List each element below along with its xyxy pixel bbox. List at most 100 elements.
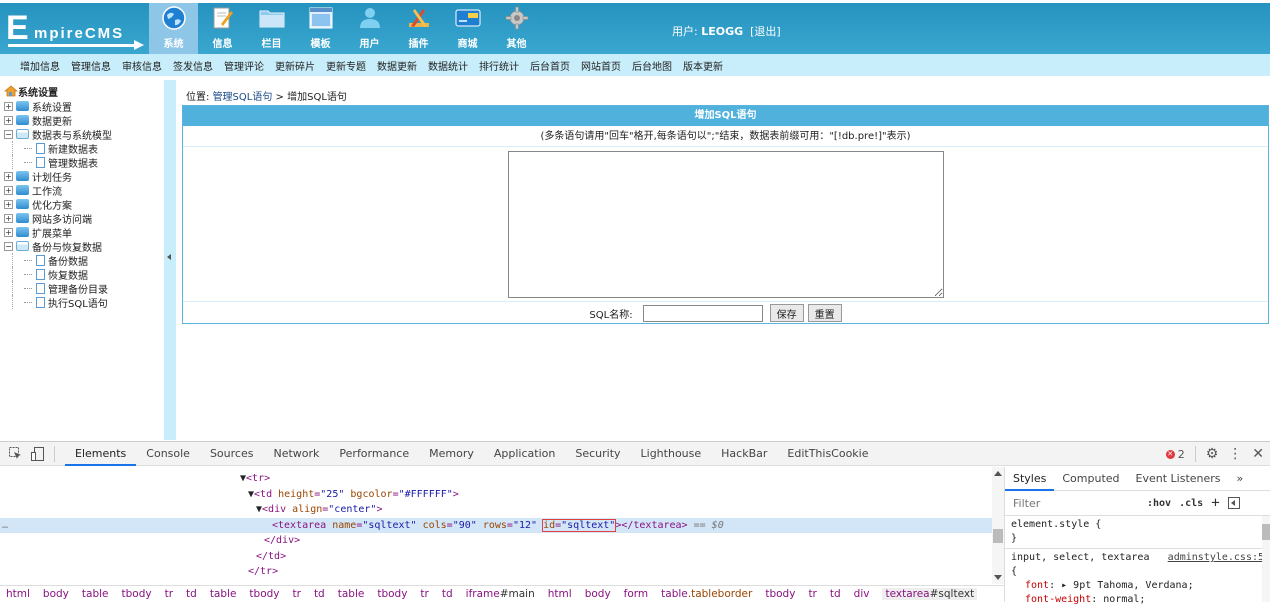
tree-folder-item[interactable]: + 工作流 bbox=[4, 183, 164, 198]
css-source-link[interactable]: adminstyle.css:5 bbox=[1168, 551, 1264, 565]
dom-node-line[interactable]: </div> bbox=[0, 533, 992, 549]
devtools-tab-lighthouse[interactable]: Lighthouse bbox=[631, 442, 712, 466]
dom-breadcrumb-item[interactable]: form bbox=[624, 588, 648, 600]
styles-subtab[interactable]: Computed bbox=[1054, 467, 1127, 491]
class-toggle[interactable]: .cls bbox=[1179, 498, 1203, 509]
dom-node-line[interactable]: ▼<td height="25" bgcolor="#FFFFFF"> bbox=[0, 487, 992, 503]
tree-leaf-item[interactable]: 备份数据 bbox=[4, 253, 164, 268]
dom-breadcrumb-item[interactable]: table.tableborder bbox=[661, 588, 752, 600]
reset-button[interactable]: 重置 bbox=[807, 304, 842, 322]
subnav-item[interactable]: 审核信息 bbox=[122, 58, 162, 73]
tree-folder-item[interactable]: + 优化方案 bbox=[4, 197, 164, 212]
styles-subtab[interactable]: » bbox=[1229, 467, 1252, 491]
new-style-rule-icon[interactable]: + bbox=[1211, 495, 1219, 511]
css-declaration[interactable]: font: ▸ 9pt Tahoma, Verdana; bbox=[1011, 579, 1264, 593]
expand-icon[interactable]: + bbox=[4, 199, 13, 209]
save-button[interactable]: 保存 bbox=[769, 304, 804, 322]
devtools-tab-memory[interactable]: Memory bbox=[419, 442, 484, 466]
dom-breadcrumb-item[interactable]: tr bbox=[165, 588, 173, 600]
scroll-down-icon[interactable] bbox=[994, 575, 1002, 580]
topnav-item-2[interactable]: 栏目 bbox=[247, 3, 296, 54]
tree-folder-item[interactable]: + 数据更新 bbox=[4, 113, 164, 128]
dom-breadcrumb-item[interactable]: td bbox=[442, 588, 453, 600]
toggle-sidebar-icon[interactable] bbox=[1227, 497, 1240, 509]
node-actions-ellipsis[interactable]: … bbox=[2, 518, 8, 534]
dom-breadcrumb-item[interactable]: div bbox=[854, 588, 870, 600]
devtools-tab-console[interactable]: Console bbox=[136, 442, 200, 466]
tree-leaf-item[interactable]: 管理数据表 bbox=[4, 155, 164, 170]
topnav-item-6[interactable]: 商城 bbox=[443, 3, 492, 54]
devtools-tab-editthiscookie[interactable]: EditThisCookie bbox=[777, 442, 878, 466]
subnav-item[interactable]: 后台首页 bbox=[530, 58, 570, 73]
dom-breadcrumb-item[interactable]: html bbox=[6, 588, 30, 600]
scroll-up-icon[interactable] bbox=[994, 471, 1002, 476]
subnav-item[interactable]: 更新专题 bbox=[326, 58, 366, 73]
expand-icon[interactable]: + bbox=[4, 115, 13, 125]
dom-breadcrumb-item[interactable]: tr bbox=[420, 588, 428, 600]
expand-icon[interactable]: + bbox=[4, 171, 13, 181]
expand-icon[interactable]: + bbox=[4, 227, 13, 237]
expand-icon[interactable]: + bbox=[4, 101, 13, 111]
subnav-item[interactable]: 增加信息 bbox=[20, 58, 60, 73]
tree-leaf-item[interactable]: 新建数据表 bbox=[4, 141, 164, 156]
hover-state-toggle[interactable]: :hov bbox=[1147, 498, 1171, 509]
subnav-item[interactable]: 管理信息 bbox=[71, 58, 111, 73]
close-devtools-icon[interactable]: ✕ bbox=[1252, 446, 1264, 462]
tree-leaf-item[interactable]: 恢复数据 bbox=[4, 267, 164, 282]
tree-leaf-item[interactable]: 管理备份目录 bbox=[4, 281, 164, 296]
dom-node-line[interactable]: ▼<tr> bbox=[0, 471, 992, 487]
collapse-icon[interactable]: − bbox=[4, 241, 13, 251]
dom-breadcrumb-item[interactable]: tbody bbox=[377, 588, 407, 600]
sql-text-input[interactable] bbox=[508, 151, 944, 298]
dom-breadcrumb-item[interactable]: iframe#main bbox=[466, 588, 535, 600]
dom-breadcrumb-item[interactable]: tbody bbox=[249, 588, 279, 600]
devtools-tab-performance[interactable]: Performance bbox=[329, 442, 419, 466]
dom-node-line[interactable]: ▼<div align="center"> bbox=[0, 502, 992, 518]
subnav-item[interactable]: 数据统计 bbox=[428, 58, 468, 73]
dom-breadcrumb-item[interactable]: tr bbox=[293, 588, 301, 600]
dom-node-line[interactable]: </tr> bbox=[0, 564, 992, 580]
dom-breadcrumb-item[interactable]: tr bbox=[808, 588, 816, 600]
settings-gear-icon[interactable]: ⚙ bbox=[1206, 446, 1219, 462]
dom-breadcrumb-item[interactable]: tbody bbox=[765, 588, 795, 600]
styles-subtab[interactable]: Event Listeners bbox=[1128, 467, 1229, 491]
devtools-tab-sources[interactable]: Sources bbox=[200, 442, 264, 466]
subnav-item[interactable]: 管理评论 bbox=[224, 58, 264, 73]
tree-folder-item[interactable]: + 网站多访问端 bbox=[4, 211, 164, 226]
styles-scrollbar[interactable] bbox=[1262, 516, 1270, 602]
tree-folder-item[interactable]: + 系统设置 bbox=[4, 99, 164, 114]
elements-scrollbar[interactable] bbox=[992, 467, 1004, 584]
dom-breadcrumb-item[interactable]: tbody bbox=[121, 588, 151, 600]
dom-breadcrumb-item[interactable]: table bbox=[338, 588, 365, 600]
subnav-item[interactable]: 排行统计 bbox=[479, 58, 519, 73]
styles-subtab[interactable]: Styles bbox=[1005, 467, 1055, 491]
devtools-tab-hackbar[interactable]: HackBar bbox=[711, 442, 777, 466]
expand-icon[interactable]: + bbox=[4, 213, 13, 223]
tree-root[interactable]: 系统设置 bbox=[4, 84, 164, 99]
topnav-item-0[interactable]: 系统 bbox=[149, 3, 198, 54]
topnav-item-4[interactable]: 用户 bbox=[345, 3, 394, 54]
topnav-item-3[interactable]: 模板 bbox=[296, 3, 345, 54]
dom-breadcrumb-item[interactable]: table bbox=[210, 588, 237, 600]
collapse-icon[interactable]: − bbox=[4, 129, 13, 139]
dom-breadcrumb-item[interactable]: td bbox=[830, 588, 841, 600]
inspect-element-icon[interactable] bbox=[8, 447, 22, 461]
sql-name-input[interactable] bbox=[642, 304, 763, 322]
dom-breadcrumb-item[interactable]: textarea#sqltext bbox=[882, 588, 978, 600]
error-counter[interactable]: ✕ 2 bbox=[1165, 448, 1185, 461]
tree-folder-item[interactable]: + 计划任务 bbox=[4, 169, 164, 184]
logout-link[interactable]: [退出] bbox=[750, 25, 781, 38]
devtools-tab-application[interactable]: Application bbox=[484, 442, 565, 466]
tree-leaf-item[interactable]: 执行SQL语句 bbox=[4, 295, 164, 310]
dom-node-line[interactable]: </td> bbox=[0, 549, 992, 565]
subnav-item[interactable]: 更新碎片 bbox=[275, 58, 315, 73]
dom-breadcrumb-item[interactable]: td bbox=[186, 588, 197, 600]
sidebar-splitter[interactable] bbox=[164, 80, 176, 440]
subnav-item[interactable]: 网站首页 bbox=[581, 58, 621, 73]
dom-breadcrumb-item[interactable]: html bbox=[548, 588, 572, 600]
breadcrumb-link-manage-sql[interactable]: 管理SQL语句 bbox=[213, 92, 273, 103]
subnav-item[interactable]: 数据更新 bbox=[377, 58, 417, 73]
tree-folder-item[interactable]: − 数据表与系统模型 bbox=[4, 127, 164, 142]
subnav-item[interactable]: 后台地图 bbox=[632, 58, 672, 73]
device-toolbar-icon[interactable] bbox=[30, 446, 44, 461]
